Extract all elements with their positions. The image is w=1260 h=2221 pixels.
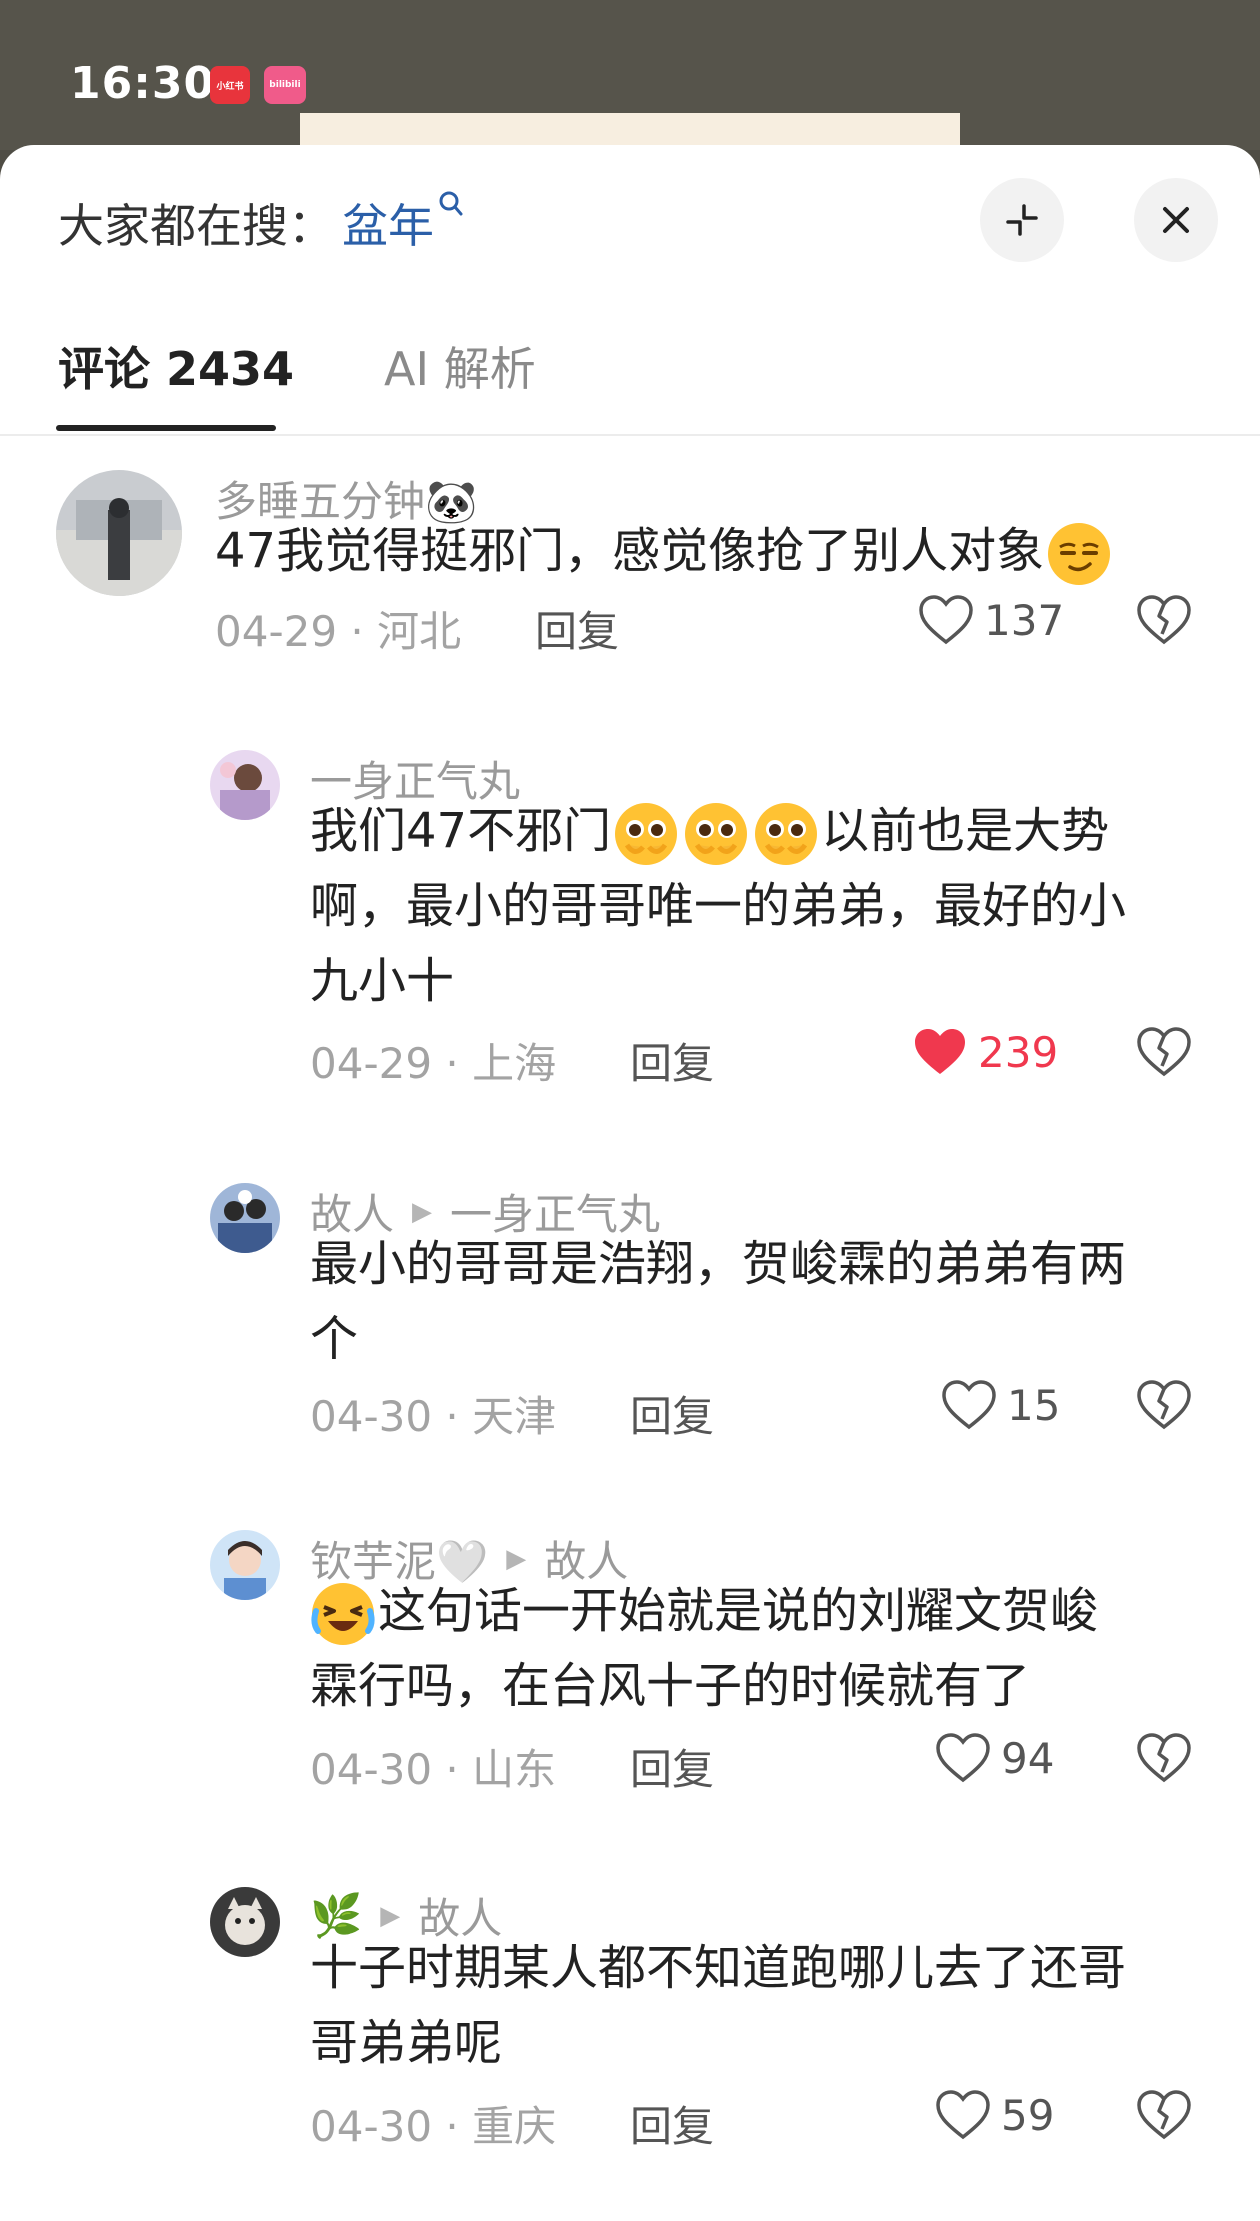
comment-text-end: 以前也是大势 (821, 803, 1110, 859)
avatar[interactable] (56, 470, 182, 596)
like-button[interactable]: 137 (918, 594, 1064, 646)
dislike-button[interactable] (1136, 2089, 1192, 2145)
status-time: 16:30 (70, 58, 216, 109)
collapse-icon (1006, 204, 1038, 236)
pleading-face-emoji (683, 801, 749, 867)
reply-arrow-icon: ▶ (380, 1900, 401, 1931)
dislike-button[interactable] (1136, 1732, 1192, 1788)
heart-filled-icon (915, 1029, 965, 1074)
comment-text-line: 霖行吗，在台风十子的时候就有了 (310, 1658, 1031, 1714)
pleading-face-emoji (753, 801, 819, 867)
reply-button[interactable]: 回复 (535, 598, 619, 659)
comment-text: 这句话一开始就是说的刘耀文贺峻 霖行吗，在台风十子的时候就有了 (310, 1574, 1210, 1724)
reply-arrow-icon: ▶ (412, 1196, 433, 1227)
dislike-button[interactable] (1136, 1379, 1192, 1435)
comment-text: 最小的哥哥是浩翔，贺峻霖的弟弟有两 个 (310, 1227, 1210, 1377)
trending-search-keyword[interactable]: 盆年 (342, 190, 434, 256)
collapse-button[interactable] (980, 178, 1064, 262)
reply-button[interactable]: 回复 (630, 1030, 714, 1091)
trending-search[interactable]: 大家都在搜： 盆年 (58, 190, 464, 256)
comment-text-line: 啊，最小的哥哥唯一的弟弟，最好的小 (310, 878, 1127, 934)
close-icon (1163, 207, 1189, 233)
comment-text: 47我觉得挺邪门，感觉像抢了别人对象 (215, 514, 1215, 589)
comment-text-start: 我们47不邪门 (310, 803, 612, 859)
avatar[interactable] (210, 1887, 280, 1957)
comment-text-line: 个 (310, 1311, 359, 1367)
like-count: 239 (978, 1027, 1059, 1077)
comment-text-content: 47我觉得挺邪门，感觉像抢了别人对象 (215, 523, 1045, 579)
heart-outline-icon (942, 1380, 996, 1430)
avatar[interactable] (210, 750, 280, 820)
xiaohongshu-badge-icon: 小红书 (210, 66, 250, 104)
comment-tabs: 评论 2434 AI 解析 (58, 333, 626, 399)
avatar[interactable] (210, 1183, 280, 1253)
active-tab-indicator (56, 425, 276, 431)
trending-search-prefix: 大家都在搜： (58, 199, 334, 253)
comment-meta: 04-29 · 上海 (310, 1039, 557, 1088)
broken-heart-icon (1137, 1380, 1191, 1430)
dislike-button[interactable] (1136, 1026, 1192, 1082)
comment-text: 我们47不邪门 以前也是大势 啊，最小的哥哥唯一的弟弟，最好的小 九小十 (310, 794, 1210, 1019)
reply-button[interactable]: 回复 (630, 1736, 714, 1797)
like-button[interactable]: 59 (935, 2089, 1054, 2141)
comment-text-line: 哥弟弟呢 (310, 2015, 503, 2071)
close-button[interactable] (1134, 178, 1218, 262)
pleading-face-emoji (613, 801, 679, 867)
like-count: 94 (1001, 1733, 1055, 1783)
reply-button[interactable]: 回复 (630, 1383, 714, 1444)
dislike-button[interactable] (1136, 594, 1192, 650)
like-button[interactable]: 15 (941, 1379, 1060, 1431)
like-button[interactable]: 94 (935, 1732, 1054, 1784)
broken-heart-icon (1137, 2090, 1191, 2140)
heart-outline-icon (936, 1733, 990, 1783)
tab-ai-analysis[interactable]: AI 解析 (384, 333, 536, 399)
search-icon (438, 190, 464, 228)
broken-heart-icon (1137, 595, 1191, 645)
comment-meta: 04-29 · 河北 (215, 607, 462, 656)
heart-outline-icon (936, 2090, 990, 2140)
status-bar: 16:30 小红书 bilibili (0, 0, 1260, 163)
like-count: 15 (1007, 1380, 1061, 1430)
broken-heart-icon (1137, 1733, 1191, 1783)
avatar[interactable] (210, 1530, 280, 1600)
like-button[interactable]: 239 (912, 1026, 1058, 1078)
comment-meta: 04-30 · 山东 (310, 1745, 557, 1794)
heart-outline-icon (919, 595, 973, 645)
comment-text-line: 最小的哥哥是浩翔，贺峻霖的弟弟有两 (310, 1236, 1127, 1292)
comment-meta: 04-30 · 天津 (310, 1392, 557, 1441)
smirk-face-emoji (1046, 521, 1112, 587)
comment-text-line: 九小十 (310, 953, 455, 1009)
comment-text-line: 十子时期某人都不知道跑哪儿去了还哥 (310, 1940, 1127, 1996)
reply-button[interactable]: 回复 (630, 2093, 714, 2154)
like-count: 59 (1001, 2090, 1055, 2140)
comment-text: 十子时期某人都不知道跑哪儿去了还哥 哥弟弟呢 (310, 1931, 1210, 2081)
comment-text-line: 这句话一开始就是说的刘耀文贺峻 (378, 1583, 1099, 1639)
bilibili-badge-icon: bilibili (264, 66, 306, 104)
like-count: 137 (984, 595, 1065, 645)
tabs-divider (0, 434, 1260, 436)
comment-sheet: 大家都在搜： 盆年 评论 2434 AI 解析 多睡五分钟🐼 47我觉得挺邪门，… (0, 145, 1260, 2221)
tab-comments[interactable]: 评论 2434 (58, 333, 294, 399)
rofl-face-emoji (310, 1581, 376, 1647)
comment-meta: 04-30 · 重庆 (310, 2102, 557, 2151)
broken-heart-icon (1137, 1027, 1191, 1077)
reply-arrow-icon: ▶ (506, 1543, 527, 1574)
